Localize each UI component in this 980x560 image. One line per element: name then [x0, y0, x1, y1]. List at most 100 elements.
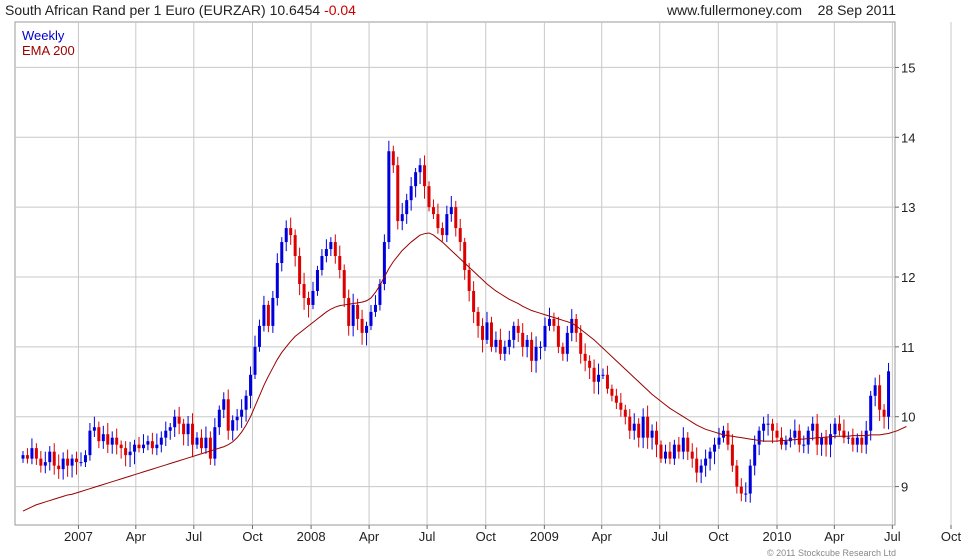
- candle-body: [423, 165, 427, 187]
- candle-body: [829, 434, 833, 445]
- candle-body: [266, 304, 270, 326]
- legend-ema: EMA 200: [22, 43, 75, 58]
- y-tick-label: 9: [901, 480, 908, 495]
- candle-body: [30, 448, 34, 459]
- candle-body: [476, 311, 480, 326]
- candle-body: [525, 339, 529, 347]
- candle-body: [106, 434, 110, 445]
- candle-body: [208, 437, 212, 459]
- candle-body: [351, 304, 355, 326]
- candle-body: [686, 437, 690, 452]
- candle-body: [784, 441, 788, 445]
- candle-body: [101, 434, 105, 442]
- candle-body: [262, 304, 266, 326]
- candle-body: [400, 214, 404, 222]
- candle-body: [66, 458, 70, 466]
- candle-body: [717, 437, 721, 445]
- x-tick-label: Jul: [186, 529, 203, 544]
- candle-body: [150, 441, 154, 449]
- candle-body: [110, 437, 114, 445]
- candle-body: [427, 186, 431, 208]
- candle-body: [610, 388, 614, 396]
- candle-body: [365, 325, 369, 333]
- x-tick-label: Jul: [651, 529, 668, 544]
- candle-body: [579, 332, 583, 354]
- candle-body: [320, 256, 324, 271]
- candle-body: [708, 451, 712, 459]
- candle-body: [137, 444, 141, 449]
- y-tick-label: 13: [901, 200, 915, 215]
- candle-body: [539, 346, 543, 348]
- candle-body: [445, 214, 449, 236]
- candle-body: [739, 486, 743, 494]
- candle-body: [744, 493, 748, 495]
- candle-body: [485, 322, 489, 340]
- candle-body: [338, 256, 342, 271]
- candle-body: [655, 430, 659, 445]
- candle-body: [846, 437, 850, 439]
- candle-body: [177, 416, 181, 424]
- candle-body: [824, 437, 828, 445]
- candle-body: [556, 325, 560, 347]
- candle-body: [503, 346, 507, 354]
- candle-body: [757, 430, 761, 445]
- candle-body: [507, 339, 511, 347]
- candle-body: [833, 423, 837, 435]
- candle-body: [25, 455, 29, 459]
- candle-body: [597, 374, 601, 382]
- candle-body: [775, 430, 779, 438]
- candle-body: [481, 325, 485, 340]
- candle-body: [293, 235, 297, 257]
- plot-frame: [14, 21, 896, 526]
- candle-body: [195, 437, 199, 445]
- candle-body: [779, 437, 783, 445]
- candle-body: [628, 416, 632, 431]
- candle-body: [641, 416, 645, 438]
- candle-body: [592, 367, 596, 382]
- candle-body: [646, 416, 650, 438]
- candle-body: [887, 371, 891, 417]
- candle-body: [637, 423, 641, 438]
- x-tick-label: Jul: [419, 529, 436, 544]
- candle-body: [695, 458, 699, 473]
- candle-body: [820, 437, 824, 445]
- candle-body: [811, 423, 815, 431]
- candle-body: [168, 427, 172, 431]
- candle-body: [632, 423, 636, 431]
- candle-body: [605, 374, 609, 389]
- candle-body: [302, 283, 306, 298]
- candle-body: [92, 427, 96, 431]
- candle-body: [659, 444, 663, 459]
- candle-body: [583, 353, 587, 361]
- candle-body: [726, 430, 730, 445]
- candle-body: [454, 207, 458, 229]
- x-tick-label: Apr: [592, 529, 613, 544]
- candle-body: [860, 437, 864, 445]
- y-tick-label: 14: [901, 130, 915, 145]
- candle-body: [124, 448, 128, 456]
- candle-body: [34, 448, 38, 459]
- candle-body: [623, 409, 627, 417]
- candle-body: [217, 409, 221, 428]
- candle-body: [458, 228, 462, 243]
- candle-body: [240, 409, 244, 417]
- candle-body: [498, 339, 502, 354]
- candle-body: [489, 322, 493, 347]
- candle-body: [418, 165, 422, 173]
- candle-body: [851, 437, 855, 445]
- candle-body: [289, 228, 293, 236]
- candle-body: [882, 409, 886, 417]
- x-tick-label: Oct: [476, 529, 497, 544]
- candle-body: [97, 427, 101, 442]
- candle-body: [650, 430, 654, 438]
- candle-body: [115, 437, 119, 445]
- x-tick-label: Oct: [242, 529, 263, 544]
- candle-body: [771, 423, 775, 431]
- candle-body: [329, 242, 333, 250]
- candle-body: [690, 451, 694, 459]
- candle-body: [226, 399, 230, 431]
- candle-body: [155, 444, 159, 449]
- candle-body: [837, 423, 841, 431]
- chart-legend: Weekly EMA 200: [22, 28, 75, 58]
- candle-body: [356, 304, 360, 319]
